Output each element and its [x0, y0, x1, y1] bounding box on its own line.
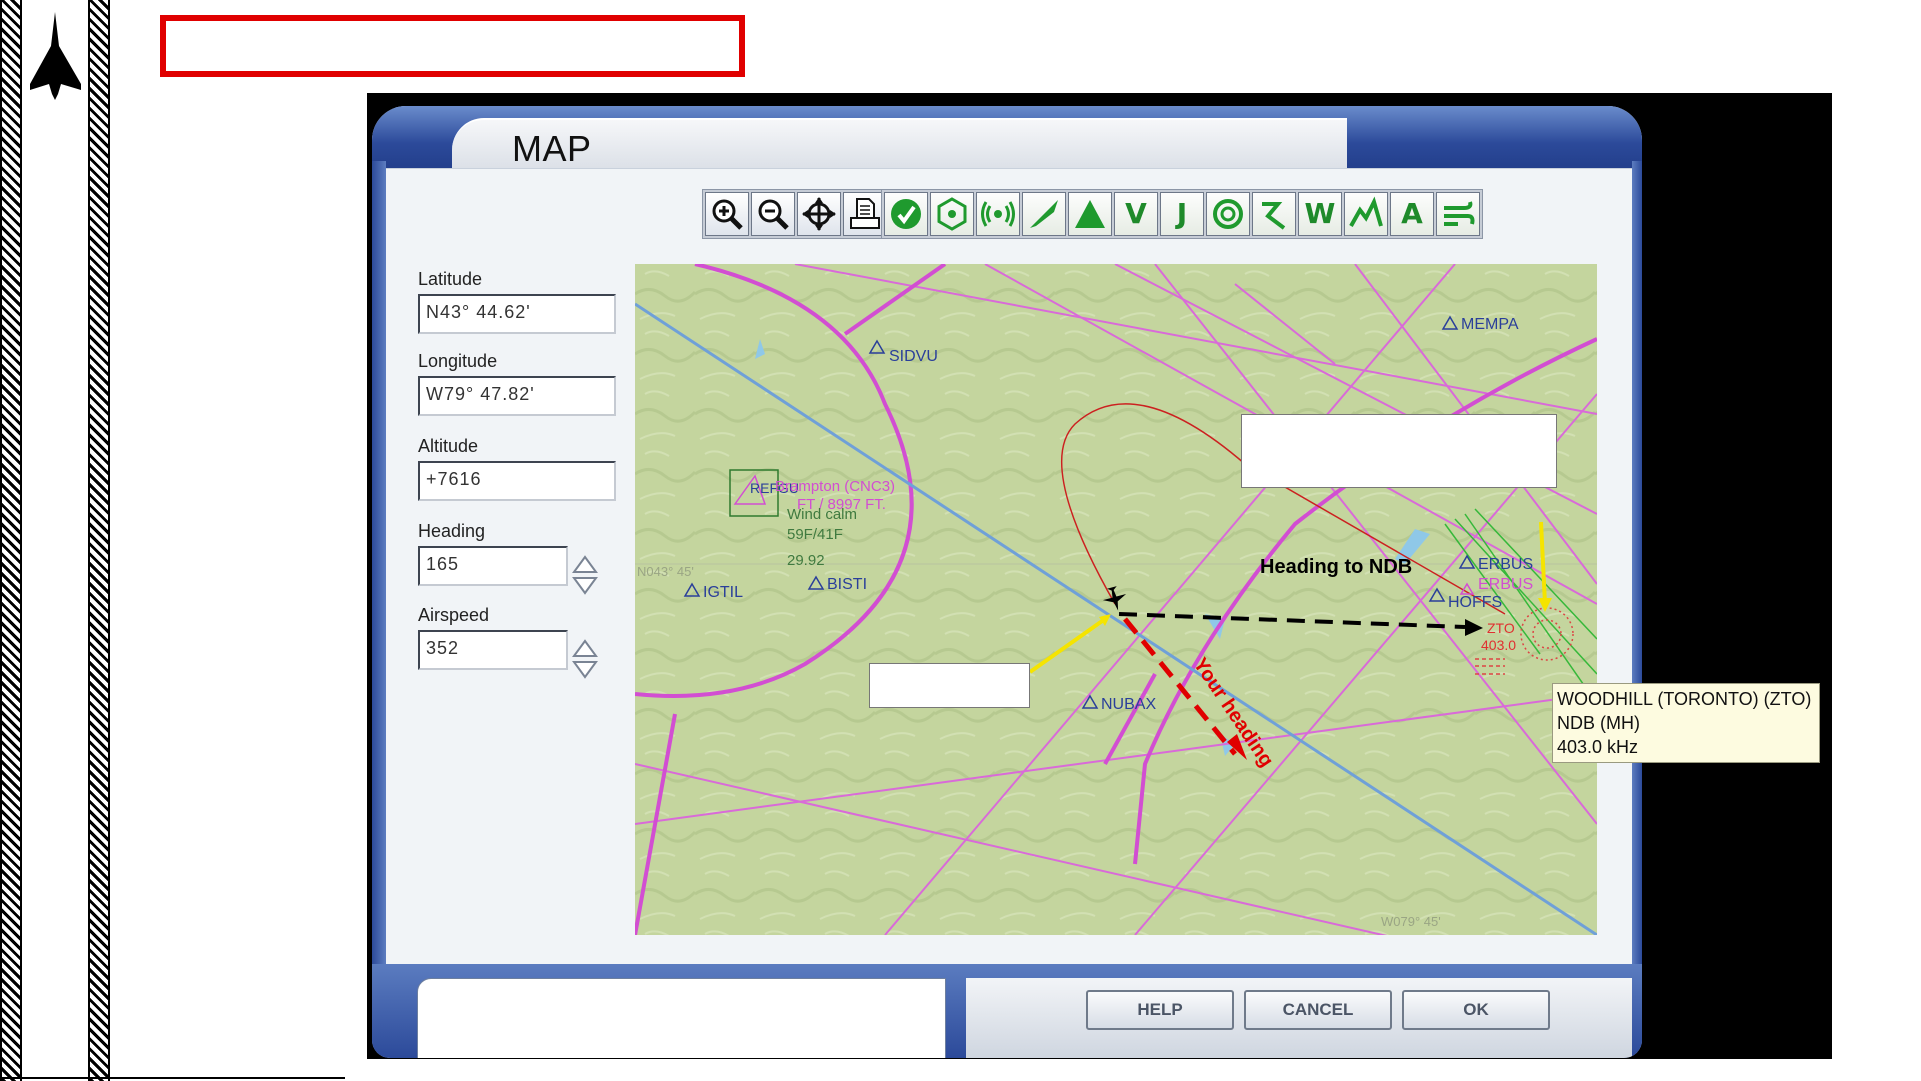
toggle-route-button[interactable] [1252, 192, 1296, 236]
airport-temperature: 59F/41F [787, 526, 843, 543]
ils-icon [981, 201, 1015, 227]
print-icon [850, 198, 880, 229]
zoom-in-button[interactable] [705, 192, 749, 236]
airspeed-label: Airspeed [418, 605, 490, 625]
airport-pressure: 29.92 [787, 552, 825, 569]
toggle-victor-airways-button[interactable]: V [1114, 192, 1158, 236]
airspace-icon [1213, 199, 1243, 229]
tooltip-name: WOODHILL (TORONTO) (ZTO) [1557, 689, 1812, 709]
heading-label: Heading [418, 521, 486, 541]
toggle-vor-button[interactable] [884, 192, 928, 236]
heading-to-ndb-label: Heading to NDB [1260, 556, 1413, 578]
ndb-icon [937, 197, 967, 231]
airspeed-field[interactable]: 352 [418, 630, 568, 670]
airport-runway-icon [1030, 200, 1058, 228]
altitude-label: Altitude [418, 436, 479, 456]
toggle-jet-airways-button[interactable]: J [1160, 192, 1204, 236]
cancel-button[interactable]: CANCEL [1244, 990, 1392, 1030]
ok-button[interactable]: OK [1402, 990, 1550, 1030]
heading-spinner-icon[interactable] [572, 555, 598, 595]
route-icon [1262, 202, 1286, 230]
intersection-icon [1075, 200, 1105, 228]
ndb-frequency: 403.0 [1481, 637, 1517, 653]
toggle-waypoints-button[interactable]: W [1298, 192, 1342, 236]
toggle-airport-button[interactable] [1022, 192, 1066, 236]
ndb-tooltip: WOODHILL (TORONTO) (ZTO) NDB (MH) 403.0 … [1552, 683, 1820, 763]
latitude-field[interactable]: N43° 44.62' [418, 294, 616, 334]
map-dialog: MAP V J W A Latitude N43° 44.62' Longitu… [372, 106, 1642, 1058]
waypoint-erbus-airway: ERBUS [1478, 576, 1534, 593]
zoom-in-icon [712, 199, 743, 230]
toggle-intersection-button[interactable] [1068, 192, 1112, 236]
dialog-content: V J W A Latitude N43° 44.62' Longitude W… [386, 168, 1632, 967]
annotation-box-top [1241, 414, 1557, 488]
ndb-ident: ZTO [1487, 620, 1515, 636]
longitude-field[interactable]: W79° 47.82' [418, 376, 616, 416]
longitude-grid-label: W079° 45' [1381, 914, 1441, 929]
status-area [417, 978, 946, 1058]
toggle-airspace-button[interactable] [1206, 192, 1250, 236]
dialog-title: MAP [512, 128, 592, 169]
screenshot-frame: MAP V J W A Latitude N43° 44.62' Longitu… [367, 93, 1832, 1059]
right-hatch-border [88, 0, 110, 1081]
left-hatch-border [0, 0, 22, 1081]
dialog-side-left [372, 161, 386, 1058]
waypoint-sidvu: SIDVU [889, 348, 938, 365]
victor-airways-icon: V [1125, 197, 1147, 230]
center-map-button[interactable] [797, 192, 841, 236]
airspeed-group: Airspeed 352 [418, 605, 568, 670]
left-strip [22, 0, 88, 1081]
terrain-icon [1349, 196, 1383, 227]
airports-icon: A [1401, 197, 1423, 230]
altitude-group: Altitude +7616 [418, 436, 616, 501]
wind-icon [1444, 201, 1475, 226]
longitude-group: Longitude W79° 47.82' [418, 351, 616, 416]
latitude-group: Latitude N43° 44.62' [418, 269, 616, 334]
tooltip-frequency: 403.0 kHz [1557, 737, 1639, 757]
help-button[interactable]: HELP [1086, 990, 1234, 1030]
view-toolbar [702, 189, 890, 239]
waypoints-icon: W [1304, 197, 1336, 230]
toggle-airports-button[interactable]: A [1390, 192, 1434, 236]
waypoint-nubax: NUBAX [1101, 696, 1157, 713]
button-panel: HELP CANCEL OK [966, 978, 1632, 1058]
waypoint-bisti: BISTI [827, 576, 868, 593]
toggle-wind-button[interactable] [1436, 192, 1480, 236]
heading-group: Heading 165 [418, 521, 568, 586]
airport-wind: Wind calm [787, 506, 858, 523]
latitude-label: Latitude [418, 269, 483, 289]
heading-field[interactable]: 165 [418, 546, 568, 586]
center-icon [802, 197, 836, 231]
bottom-rule [0, 1077, 345, 1079]
jet-logo-icon [30, 12, 81, 100]
waypoint-hoffs: HOFFS [1448, 594, 1503, 611]
waypoint-igtil: IGTIL [703, 584, 744, 601]
dialog-side-right [1632, 161, 1642, 1058]
annotation-box-left [869, 663, 1030, 708]
vor-icon [891, 199, 921, 229]
toggle-ils-button[interactable] [976, 192, 1020, 236]
altitude-field[interactable]: +7616 [418, 461, 616, 501]
waypoint-erbus: ERBUS [1478, 556, 1534, 573]
airspeed-spinner-icon[interactable] [572, 639, 598, 679]
zoom-out-icon [758, 199, 789, 230]
airport-name: Brampton (CNC3) [775, 478, 896, 495]
layer-toolbar: V J W A [881, 189, 1483, 239]
toggle-ndb-button[interactable] [930, 192, 974, 236]
zoom-out-button[interactable] [751, 192, 795, 236]
toggle-terrain-button[interactable] [1344, 192, 1388, 236]
map-view[interactable]: SIDVU MEMPA IGTIL BISTI NUBAX ERBUS ERBU… [635, 264, 1597, 935]
latitude-grid-label: N043° 45' [637, 564, 694, 579]
jet-airways-icon: J [1176, 197, 1188, 230]
annotation-frame [160, 15, 745, 77]
longitude-label: Longitude [418, 351, 498, 371]
tooltip-type: NDB (MH) [1557, 713, 1640, 733]
waypoint-mempa: MEMPA [1461, 316, 1519, 333]
